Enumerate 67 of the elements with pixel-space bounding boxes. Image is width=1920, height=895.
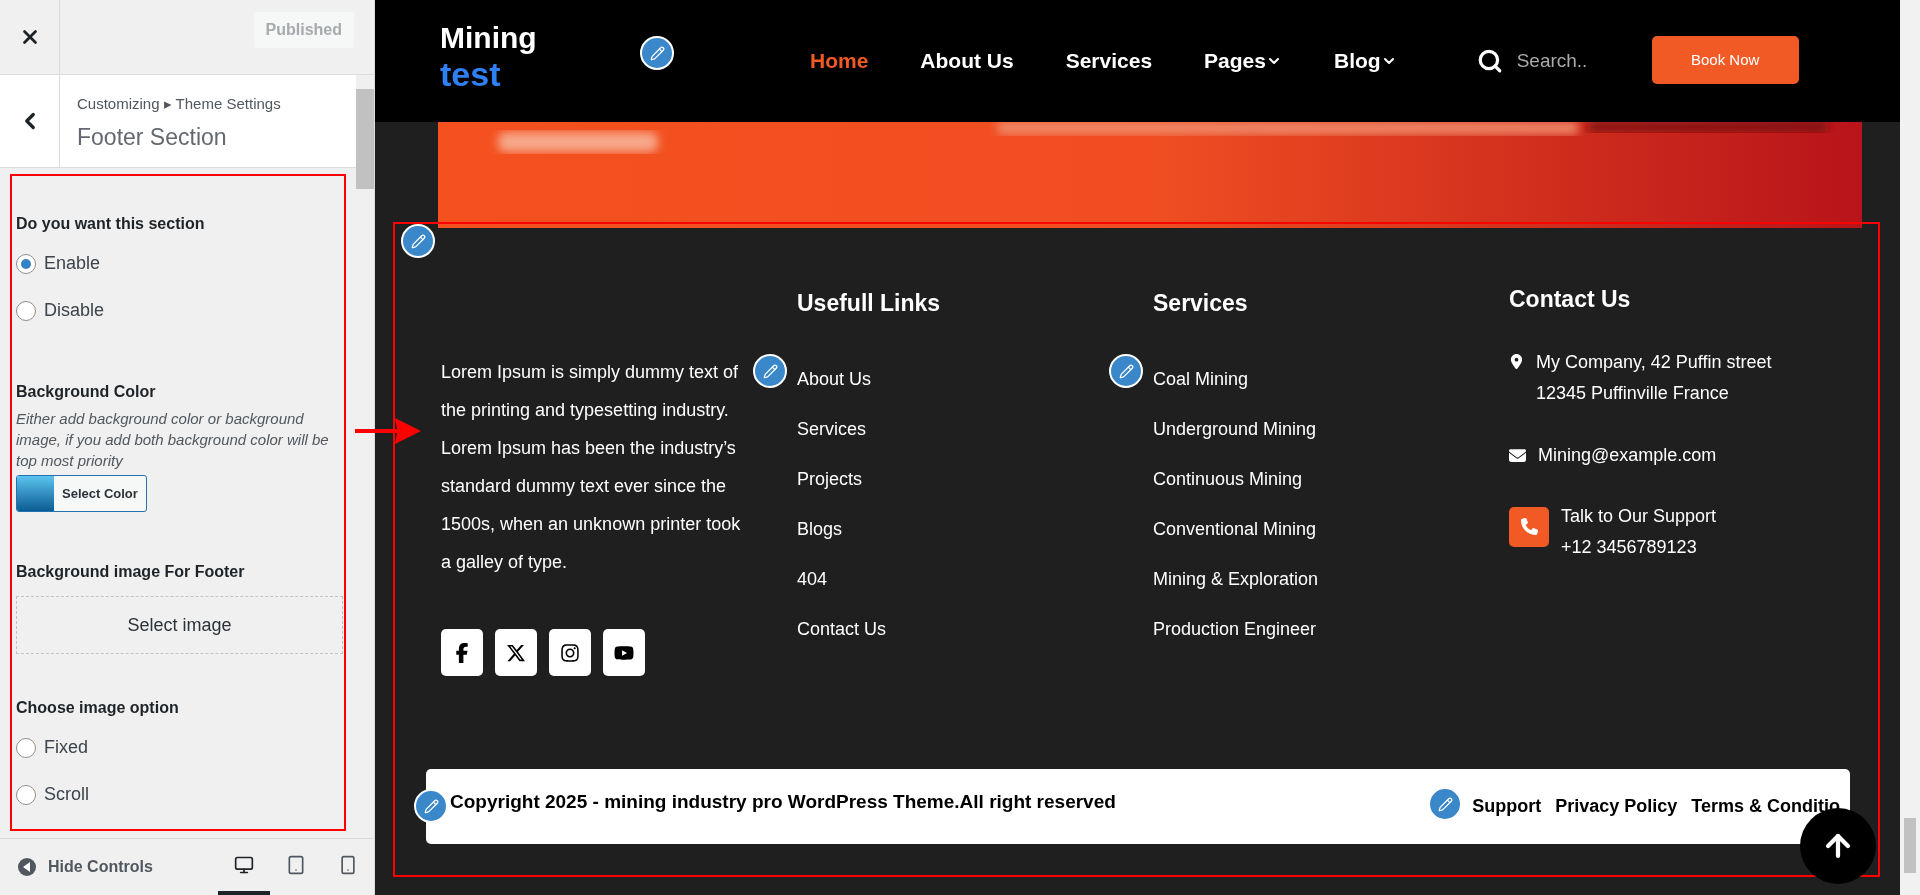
hide-controls-button[interactable]: Hide Controls bbox=[18, 855, 153, 879]
edit-icon[interactable] bbox=[414, 789, 448, 823]
contact-text: Mining@example.com bbox=[1538, 443, 1717, 467]
control-description: Either add background color or background image, if you add both background color will be top most priority bbox=[16, 409, 330, 471]
footer-link[interactable]: Continuous Mining bbox=[1153, 453, 1509, 504]
footer-link[interactable]: Blogs bbox=[797, 503, 1153, 554]
scrollbar[interactable] bbox=[1900, 0, 1920, 895]
control-label: Background Color bbox=[16, 382, 157, 402]
x-logo-icon[interactable] bbox=[495, 629, 537, 676]
edit-icon[interactable] bbox=[753, 354, 787, 388]
footer-link[interactable]: Underground Mining bbox=[1153, 403, 1509, 454]
about-text: Lorem Ipsum is simply dummy text of the printing and typesetting industry. Lorem Ipsum has been the industry’s standard dummy text ever since the 1500s, when an unknown printer took a galley of type. bbox=[441, 361, 741, 574]
copyright-text: Copyright 2025 - mining industry pro WordPress Theme.All right reserved bbox=[450, 790, 1116, 815]
nav-link[interactable]: Pages bbox=[1204, 45, 1282, 77]
tablet-icon bbox=[286, 855, 306, 875]
select-image-button[interactable]: Select image bbox=[16, 596, 343, 654]
search-icon[interactable] bbox=[1476, 48, 1503, 74]
footer-link[interactable]: Production Engineer bbox=[1153, 603, 1509, 654]
search-field[interactable]: Search.. bbox=[1516, 46, 1627, 76]
facebook-icon[interactable] bbox=[441, 629, 483, 676]
footer-link[interactable]: Projects bbox=[797, 453, 1153, 504]
contact-text: +12 3456789123 bbox=[1561, 535, 1698, 559]
column-heading: Contact Us bbox=[1509, 285, 1632, 314]
nav-link[interactable]: Services bbox=[1065, 45, 1153, 77]
bottom-link[interactable]: Support bbox=[1472, 793, 1542, 820]
control-label: Background image For Footer bbox=[16, 562, 246, 582]
edit-icon[interactable] bbox=[640, 36, 674, 70]
desktop-icon bbox=[234, 855, 254, 875]
contact-text: My Company, 42 Puffin street bbox=[1536, 350, 1772, 374]
footer-link[interactable]: About Us bbox=[797, 353, 1153, 404]
instagram-icon[interactable] bbox=[549, 629, 591, 676]
footer-link[interactable]: Conventional Mining bbox=[1153, 503, 1509, 554]
footer-link[interactable]: Contact Us bbox=[797, 603, 1153, 654]
location-pin-icon bbox=[1509, 353, 1524, 369]
section-title: Footer Section bbox=[77, 122, 228, 152]
nav-link[interactable]: About Us bbox=[920, 45, 1014, 77]
mobile-icon bbox=[338, 855, 358, 875]
column-heading: Usefull Links bbox=[797, 289, 942, 318]
logo-text[interactable]: Mining bbox=[440, 20, 537, 56]
footer-link[interactable]: Services bbox=[797, 403, 1153, 454]
breadcrumb: Customizing ▸ Theme Settings bbox=[77, 94, 281, 114]
radio-label: Enable bbox=[44, 252, 101, 275]
control-label: Choose image option bbox=[16, 698, 180, 718]
radio-button[interactable] bbox=[16, 300, 36, 321]
radio-label: Fixed bbox=[44, 736, 88, 759]
envelope-icon bbox=[1509, 446, 1526, 464]
logo-text[interactable]: test bbox=[440, 56, 501, 92]
control-label: Do you want this section bbox=[16, 214, 206, 234]
color-picker-button[interactable]: Select Color bbox=[16, 475, 147, 512]
radio-button[interactable] bbox=[16, 784, 36, 805]
contact-text: Talk to Our Support bbox=[1561, 504, 1717, 528]
nav-link[interactable]: Blog bbox=[1334, 45, 1397, 77]
bottom-link[interactable]: Privacy Policy bbox=[1555, 793, 1678, 820]
youtube-icon[interactable] bbox=[603, 629, 645, 676]
radio-button[interactable] bbox=[16, 253, 36, 274]
edit-icon[interactable] bbox=[1109, 354, 1143, 388]
contact-text: 12345 Puffinville France bbox=[1536, 381, 1730, 405]
phone-icon bbox=[1509, 506, 1549, 547]
footer-link[interactable]: Mining & Exploration bbox=[1153, 553, 1509, 604]
radio-button[interactable] bbox=[16, 737, 36, 758]
radio-label: Scroll bbox=[44, 783, 89, 806]
footer-link[interactable]: 404 bbox=[797, 553, 1153, 604]
nav-link[interactable]: Home bbox=[810, 45, 869, 77]
edit-icon[interactable] bbox=[401, 224, 435, 258]
radio-label: Disable bbox=[44, 299, 105, 322]
footer-link[interactable]: Coal Mining bbox=[1153, 353, 1509, 404]
column-heading: Services bbox=[1153, 289, 1249, 318]
